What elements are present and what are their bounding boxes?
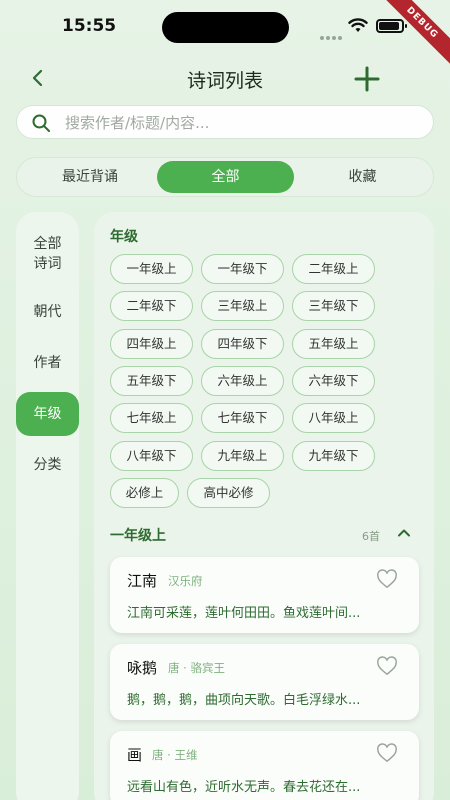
grade-chip[interactable]: 六年级上: [201, 366, 284, 396]
poem-title: 咏鹅: [127, 659, 158, 677]
wifi-icon: [348, 18, 368, 32]
segmented-tabs: 最近背诵 全部 收藏: [16, 157, 434, 197]
grade-chip[interactable]: 九年级上: [201, 441, 284, 471]
grade-chip[interactable]: 三年级下: [292, 291, 375, 321]
grade-chip[interactable]: 一年级上: [110, 254, 193, 284]
page-title: 诗词列表: [186, 70, 263, 92]
grade-chip[interactable]: 六年级下: [292, 366, 375, 396]
dynamic-island: [162, 12, 289, 43]
search-input[interactable]: [65, 110, 415, 136]
content-panel: 年级 一年级上 一年级下 二年级上 二年级下 三年级上 三年级下 四年级上 四年…: [94, 212, 434, 800]
poem-title: 江南: [127, 572, 158, 590]
signal-icon: [320, 25, 344, 44]
sidebar-item-grade[interactable]: 年级: [16, 392, 79, 436]
tab-favorites[interactable]: 收藏: [294, 161, 431, 193]
poem-meta: 唐 · 王维: [152, 748, 198, 762]
tab-all[interactable]: 全部: [157, 161, 294, 193]
grade-chip[interactable]: 八年级下: [110, 441, 193, 471]
heart-icon[interactable]: [376, 569, 398, 589]
search-icon: [32, 114, 50, 132]
grade-chip[interactable]: 高中必修: [187, 478, 270, 508]
category-sidebar: 全部 诗词 朝代 作者 年级 分类: [16, 212, 79, 800]
poem-excerpt: 江南可采莲，莲叶何田田。鱼戏莲叶间...: [127, 606, 361, 621]
poem-meta: 汉乐府: [168, 574, 203, 588]
grade-chip[interactable]: 二年级下: [110, 291, 193, 321]
grade-chip[interactable]: 七年级下: [201, 403, 284, 433]
grade-chip[interactable]: 五年级下: [110, 366, 193, 396]
app-header: 诗词列表: [0, 60, 450, 96]
status-time: 15:55: [62, 16, 117, 36]
sidebar-item-author[interactable]: 作者: [16, 353, 79, 373]
grade-chip[interactable]: 四年级上: [110, 329, 193, 359]
grade-chip[interactable]: 四年级下: [201, 329, 284, 359]
grade-chip[interactable]: 三年级上: [201, 291, 284, 321]
sidebar-item-all-poems[interactable]: 全部 诗词: [16, 234, 79, 274]
grade-chip[interactable]: 必修上: [110, 478, 179, 508]
poem-count: 6首: [362, 530, 380, 543]
heart-icon[interactable]: [376, 656, 398, 676]
grade-chip[interactable]: 八年级上: [292, 403, 375, 433]
status-bar: 15:55 DEBUG: [0, 0, 450, 72]
poem-card[interactable]: 画 唐 · 王维 远看山有色，近听水无声。春去花还在...: [110, 731, 419, 800]
poem-meta: 唐 · 骆宾王: [168, 661, 225, 675]
grade-chip[interactable]: 一年级下: [201, 254, 284, 284]
poem-title: 画: [127, 746, 143, 764]
poem-card[interactable]: 江南 汉乐府 江南可采莲，莲叶何田田。鱼戏莲叶间...: [110, 557, 419, 633]
list-section-title: 一年级上: [110, 528, 166, 544]
battery-icon: [376, 19, 407, 33]
grade-chip[interactable]: 九年级下: [292, 441, 375, 471]
grade-heading: 年级: [110, 229, 138, 245]
chevron-up-icon[interactable]: [396, 525, 412, 541]
poem-excerpt: 鹅，鹅，鹅，曲项向天歌。白毛浮绿水...: [127, 693, 361, 708]
sidebar-item-category[interactable]: 分类: [16, 455, 79, 475]
search-bar: [16, 105, 434, 139]
poem-card[interactable]: 咏鹅 唐 · 骆宾王 鹅，鹅，鹅，曲项向天歌。白毛浮绿水...: [110, 644, 419, 720]
tab-recent[interactable]: 最近背诵: [23, 161, 157, 193]
grade-chip[interactable]: 二年级上: [292, 254, 375, 284]
heart-icon[interactable]: [376, 743, 398, 763]
add-icon[interactable]: [352, 64, 382, 94]
grade-chip[interactable]: 五年级上: [292, 329, 375, 359]
grade-chip[interactable]: 七年级上: [110, 403, 193, 433]
poem-excerpt: 远看山有色，近听水无声。春去花还在...: [127, 780, 361, 795]
sidebar-item-dynasty[interactable]: 朝代: [16, 302, 79, 322]
